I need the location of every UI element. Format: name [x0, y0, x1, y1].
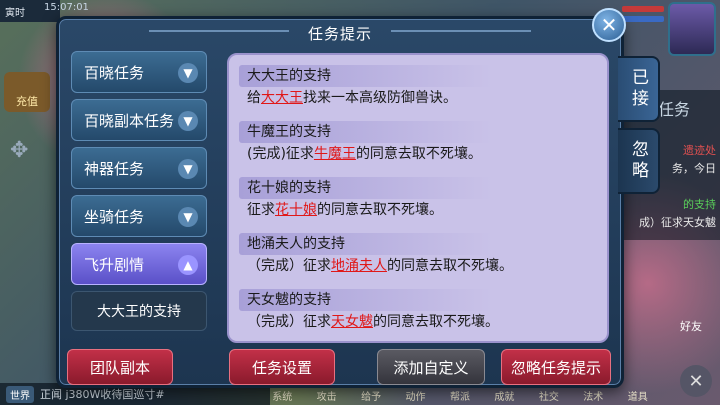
sub-item-label: 大大王的支持: [97, 304, 181, 320]
task-description: （完成）征求地涌夫人的同意去取不死壤。: [239, 255, 601, 277]
menu-item[interactable]: 道具: [628, 388, 648, 403]
category-label: 神器任务: [84, 159, 145, 178]
chevron-down-icon: ▼: [178, 111, 198, 131]
tab-ignored[interactable]: 忽略: [618, 128, 660, 194]
category-label: 百晓任务: [84, 63, 145, 82]
task-text: 的同意去取不死壤。: [317, 202, 443, 218]
category-artifact[interactable]: 神器任务 ▼: [71, 147, 207, 189]
task-title: 大大王的支持: [239, 65, 601, 87]
tracker-line: 务，今日: [672, 162, 716, 175]
task-title: 地涌夫人的支持: [239, 233, 601, 255]
task-text: （完成）征求: [247, 314, 331, 330]
task-hint-dialog: 任务提示 百晓任务 ▼ 百晓副本任务 ▼ 神器任务 ▼ 坐骑任务 ▼ 飞升剧情 …: [56, 16, 624, 388]
button-label: 添加自定义: [393, 358, 469, 377]
task-text: 的同意去取不死壤。: [373, 314, 499, 330]
menu-item[interactable]: 动作: [406, 388, 426, 403]
npc-link[interactable]: 大大王: [261, 90, 303, 106]
charge-button[interactable]: 充值: [4, 72, 50, 112]
task-description: 征求花十娘的同意去取不死壤。: [239, 199, 601, 221]
task-settings-button[interactable]: 任务设置: [229, 349, 335, 385]
menu-item[interactable]: 法术: [583, 388, 603, 403]
move-icon[interactable]: ✥: [10, 138, 28, 163]
add-custom-button[interactable]: 添加自定义: [377, 349, 485, 385]
task-entry: 牛魔王的支持 (完成)征求牛魔王的同意去取不死壤。: [239, 121, 601, 165]
ignore-task-tips-button[interactable]: 忽略任务提示: [501, 349, 611, 385]
chevron-up-icon: ▲: [178, 255, 198, 275]
tab-accepted[interactable]: 已接: [618, 56, 660, 122]
category-label: 百晓副本任务: [84, 111, 175, 130]
button-label: 团队副本: [89, 358, 150, 377]
chat-text: 正闻 j380W收待国巡寸#: [40, 388, 165, 401]
menu-item[interactable]: 帮派: [450, 388, 470, 403]
button-label: 任务设置: [251, 358, 312, 377]
task-title: 花十娘的支持: [239, 177, 601, 199]
task-entry: 大大王的支持 给大大王找来一本高级防御兽诀。: [239, 65, 601, 109]
task-title: 天女魃的支持: [239, 289, 601, 311]
category-baixiao[interactable]: 百晓任务 ▼: [71, 51, 207, 93]
category-ascension-story[interactable]: 飞升剧情 ▲: [71, 243, 207, 285]
tab-label: 忽略: [628, 140, 648, 182]
clock-readout: 15:07:01: [44, 2, 89, 13]
task-text: （完成）征求: [247, 258, 331, 274]
friend-button[interactable]: 好友: [680, 318, 702, 334]
task-entry: 地涌夫人的支持 （完成）征求地涌夫人的同意去取不死壤。: [239, 233, 601, 277]
close-glyph: ✕: [600, 13, 618, 37]
sub-item-dadawang[interactable]: 大大王的支持: [71, 291, 207, 331]
npc-link[interactable]: 天女魃: [331, 314, 373, 330]
task-description: （完成）征求天女魃的同意去取不死壤。: [239, 311, 601, 333]
npc-link[interactable]: 牛魔王: [314, 146, 356, 162]
button-label: 忽略任务提示: [510, 358, 601, 377]
task-text: 的同意去取不死壤。: [355, 146, 482, 162]
menu-item[interactable]: 社交: [539, 388, 559, 403]
task-content-panel: 大大王的支持 给大大王找来一本高级防御兽诀。 牛魔王的支持 (完成)征求牛魔王的…: [227, 53, 609, 343]
bottom-menu: 系统 攻击 给予 动作 帮派 成就 社交 法术 道具: [260, 385, 660, 405]
task-text: 给: [247, 90, 261, 106]
task-description: (完成)征求牛魔王的同意去取不死壤。: [239, 143, 601, 165]
team-dungeon-button[interactable]: 团队副本: [67, 349, 173, 385]
character-portrait[interactable]: [668, 2, 716, 56]
menu-item[interactable]: 成就: [494, 388, 514, 403]
chevron-down-icon: ▼: [178, 207, 198, 227]
menu-item[interactable]: 攻击: [317, 388, 337, 403]
tracker-line: 成）征求天女魃: [639, 216, 716, 229]
tracker-line: 的支持: [683, 198, 716, 211]
category-mount[interactable]: 坐骑任务 ▼: [71, 195, 207, 237]
menu-item[interactable]: 给予: [361, 388, 381, 403]
task-entry: 天女魃的支持 （完成）征求天女魃的同意去取不死壤。: [239, 289, 601, 333]
dialog-title: 任务提示: [307, 25, 372, 43]
chat-world-tag: 世界: [6, 385, 34, 403]
tab-label: 已接: [628, 68, 648, 110]
task-title: 牛魔王的支持: [239, 121, 601, 143]
category-baixiao-dungeon[interactable]: 百晓副本任务 ▼: [71, 99, 207, 141]
task-text: 找来一本高级防御兽诀。: [303, 90, 457, 106]
close-menu-icon[interactable]: ✕: [680, 365, 712, 397]
chevron-down-icon: ▼: [178, 159, 198, 179]
npc-link[interactable]: 花十娘: [275, 202, 317, 218]
close-icon[interactable]: ✕: [592, 8, 626, 42]
tracker-line: 遗迹处: [683, 144, 716, 157]
task-description: 给大大王找来一本高级防御兽诀。: [239, 87, 601, 109]
category-label: 飞升剧情: [84, 255, 145, 274]
npc-link[interactable]: 地涌夫人: [331, 258, 387, 274]
chevron-down-icon: ▼: [178, 63, 198, 83]
task-text: 的同意去取不死壤。: [387, 258, 513, 274]
task-entry: 花十娘的支持 征求花十娘的同意去取不死壤。: [239, 177, 601, 221]
status-bars: [622, 6, 664, 36]
category-label: 坐骑任务: [84, 207, 145, 226]
task-tracker-title: 任务: [657, 100, 690, 119]
menu-item[interactable]: 系统: [272, 388, 292, 403]
charge-label: 充值: [16, 95, 38, 108]
time-label: 寅时: [5, 8, 25, 19]
task-text: 征求: [247, 202, 275, 218]
task-text: (完成)征求: [247, 146, 314, 162]
